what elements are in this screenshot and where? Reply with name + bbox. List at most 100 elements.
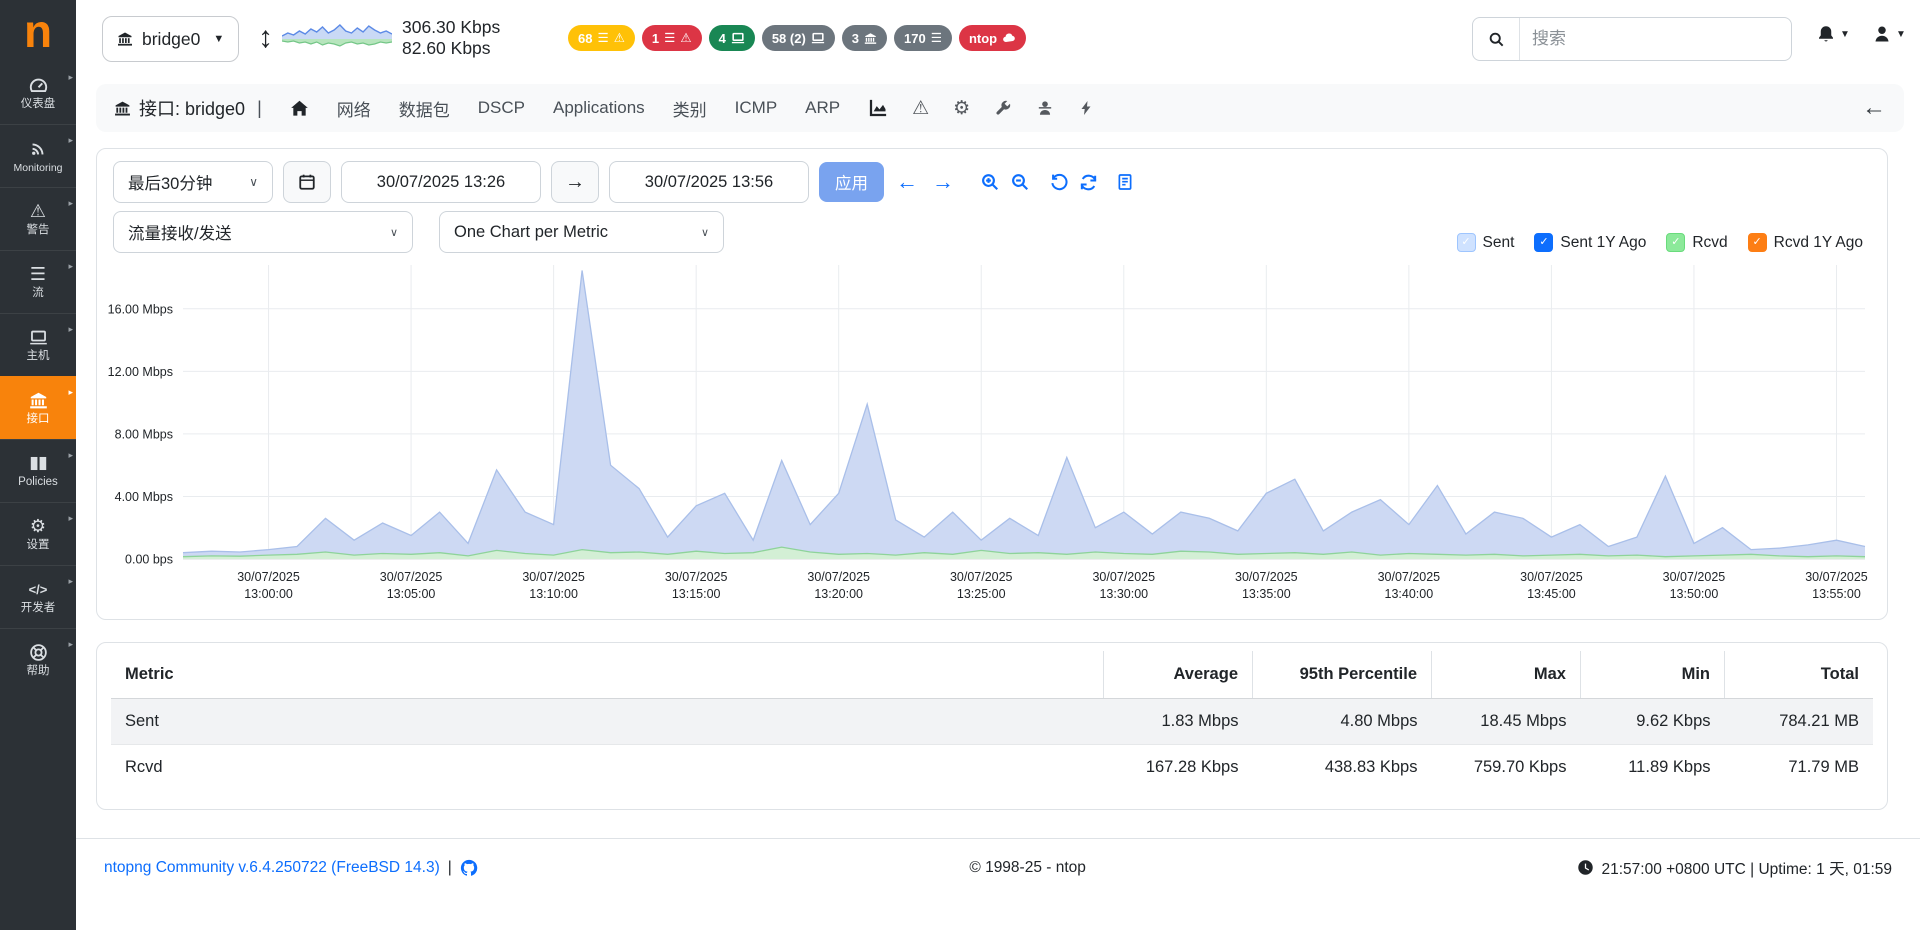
legend-item-sent-1y[interactable]: ✓ Sent 1Y Ago: [1534, 233, 1646, 252]
bank-icon: [29, 390, 48, 410]
chevron-down-icon: ▼: [213, 33, 224, 45]
home-icon[interactable]: [290, 99, 309, 118]
checkbox-icon: ✓: [1534, 233, 1553, 252]
back-arrow-icon[interactable]: ←: [1862, 94, 1886, 122]
time-shift-back-arrow[interactable]: ←: [894, 169, 920, 195]
cloud-icon: [1002, 31, 1016, 45]
total-hosts-badge[interactable]: 58 (2): [762, 25, 835, 51]
end-datetime-input[interactable]: [609, 161, 809, 203]
settings-gear-icon[interactable]: ⚙: [953, 99, 970, 118]
svg-text:13:30:00: 13:30:00: [1099, 587, 1148, 601]
sidebar-item-label: 仪表盘: [21, 99, 56, 111]
warning-icon: ⚠: [680, 32, 691, 45]
notifications-menu[interactable]: ▼: [1816, 24, 1850, 44]
subnav-link-dscp[interactable]: DSCP: [478, 98, 525, 118]
laptop-icon: [731, 31, 745, 45]
subnav-link-icmp[interactable]: ICMP: [735, 98, 778, 118]
chart-area-icon[interactable]: [868, 98, 888, 118]
wrench-icon[interactable]: [994, 99, 1012, 117]
calendar-button[interactable]: [283, 161, 331, 203]
sidebar-item-label: 接口: [27, 414, 50, 426]
interfaces-count-badge[interactable]: 3: [842, 25, 887, 51]
subnav-link-categories[interactable]: 类别: [673, 96, 707, 121]
footer-right: 21:57:00 +0800 UTC | Uptime: 1 天, 01:59: [1577, 857, 1892, 879]
cell-average: 167.28 Kbps: [1104, 745, 1253, 791]
chevron-right-icon: ▸: [68, 639, 73, 650]
svg-text:13:50:00: 13:50:00: [1670, 587, 1719, 601]
subnav-link-packets[interactable]: 数据包: [399, 96, 450, 121]
sidebar-item-label: Monitoring: [13, 163, 62, 174]
legend-item-sent[interactable]: ✓ Sent: [1457, 233, 1515, 252]
active-hosts-badge[interactable]: 4: [709, 25, 755, 51]
svg-text:16.00 Mbps: 16.00 Mbps: [108, 302, 173, 316]
svg-text:30/07/2025: 30/07/2025: [665, 570, 728, 584]
col-max: Max: [1432, 651, 1581, 699]
bolt-icon[interactable]: [1078, 99, 1094, 117]
chevron-right-icon: ▸: [68, 324, 73, 335]
legend-item-rcvd-1y[interactable]: ✓ Rcvd 1Y Ago: [1748, 233, 1863, 252]
warning-icon: ⚠: [30, 201, 46, 221]
metric-select[interactable]: 流量接收/发送 ∨: [113, 211, 413, 253]
svg-text:13:25:00: 13:25:00: [957, 587, 1006, 601]
sidebar-item-policies[interactable]: Policies ▸: [0, 439, 76, 502]
user-menu[interactable]: ▼: [1872, 24, 1906, 44]
flows-count-badge[interactable]: 170 ☰: [894, 25, 952, 51]
critical-alerts-badge[interactable]: 1 ☰ ⚠: [642, 25, 702, 51]
svg-text:30/07/2025: 30/07/2025: [1235, 570, 1298, 584]
interface-subnav: 接口: bridge0 | 网络 数据包 DSCP Applications 类…: [96, 84, 1904, 132]
spy-icon[interactable]: [1036, 99, 1054, 117]
subnav-link-arp[interactable]: ARP: [805, 98, 840, 118]
sidebar-item-dashboard[interactable]: 仪表盘 ▸: [0, 62, 76, 124]
sidebar-item-settings[interactable]: ⚙ 设置 ▸: [0, 502, 76, 565]
refresh-icon[interactable]: [1079, 173, 1098, 192]
apply-button[interactable]: 应用: [819, 162, 884, 202]
time-controls: 最后30分钟 ∨ → 应用 ← →: [113, 161, 1134, 203]
ntop-logo[interactable]: n: [0, 0, 76, 62]
sidebar-item-developer[interactable]: </> 开发者 ▸: [0, 565, 76, 628]
github-icon[interactable]: [460, 859, 478, 877]
chevron-right-icon: ▸: [68, 450, 73, 461]
legend-item-rcvd[interactable]: ✓ Rcvd: [1666, 233, 1727, 252]
zoom-in-icon[interactable]: [980, 172, 1000, 192]
traffic-chart[interactable]: 30/07/202513:00:0030/07/202513:05:0030/0…: [105, 265, 1879, 613]
cell-total: 71.79 MB: [1725, 745, 1874, 791]
engaged-alerts-badge[interactable]: 68 ☰ ⚠: [568, 25, 635, 51]
export-file-icon[interactable]: [1116, 173, 1134, 191]
cell-metric: Rcvd: [111, 745, 1104, 791]
chevron-right-icon: ▸: [68, 513, 73, 524]
time-shift-forward-arrow[interactable]: →: [930, 169, 956, 195]
start-datetime-input[interactable]: [341, 161, 541, 203]
time-range-select[interactable]: 最后30分钟 ∨: [113, 161, 273, 203]
zoom-out-icon[interactable]: [1010, 172, 1030, 192]
sidebar-item-alerts[interactable]: ⚠ 警告 ▸: [0, 187, 76, 250]
search-box: [1472, 17, 1792, 61]
interface-select[interactable]: bridge0 ▼: [102, 16, 239, 62]
search-input[interactable]: [1520, 18, 1791, 60]
svg-text:30/07/2025: 30/07/2025: [522, 570, 585, 584]
updown-arrows-icon: ↕: [258, 14, 273, 62]
cell-total: 784.21 MB: [1725, 699, 1874, 745]
laptop-icon: [29, 327, 48, 347]
sidebar-item-monitoring[interactable]: Monitoring ▸: [0, 124, 76, 187]
chevron-down-icon: ∨: [249, 175, 258, 189]
ntopng-version-link[interactable]: ntopng Community v.6.4.250722 (FreeBSD 1…: [104, 859, 440, 877]
sidebar-item-flows[interactable]: ☰ 流 ▸: [0, 250, 76, 313]
status-badges: 68 ☰ ⚠ 1 ☰ ⚠ 4 58 (2) 3 170 ☰ ntop: [568, 25, 1026, 51]
ntop-cloud-badge[interactable]: ntop: [959, 25, 1026, 51]
checkbox-icon: ✓: [1666, 233, 1685, 252]
svg-text:30/07/2025: 30/07/2025: [1092, 570, 1155, 584]
svg-text:4.00 Mbps: 4.00 Mbps: [115, 490, 173, 504]
subnav-link-applications[interactable]: Applications: [553, 98, 645, 118]
cell-max: 18.45 Mbps: [1432, 699, 1581, 745]
sidebar-item-interfaces[interactable]: 接口 ▸: [0, 376, 76, 439]
chevron-right-icon: ▸: [68, 387, 73, 398]
subnav-link-networks[interactable]: 网络: [337, 96, 371, 121]
chart-mode-select[interactable]: One Chart per Metric ∨: [439, 211, 724, 253]
laptop-icon: [811, 31, 825, 45]
sidebar-item-help[interactable]: 帮助 ▸: [0, 628, 76, 691]
undo-icon[interactable]: [1050, 173, 1069, 192]
svg-text:13:20:00: 13:20:00: [814, 587, 863, 601]
sidebar-item-hosts[interactable]: 主机 ▸: [0, 313, 76, 376]
cell-95th: 4.80 Mbps: [1253, 699, 1432, 745]
alerts-warning-icon[interactable]: ⚠: [912, 99, 929, 118]
